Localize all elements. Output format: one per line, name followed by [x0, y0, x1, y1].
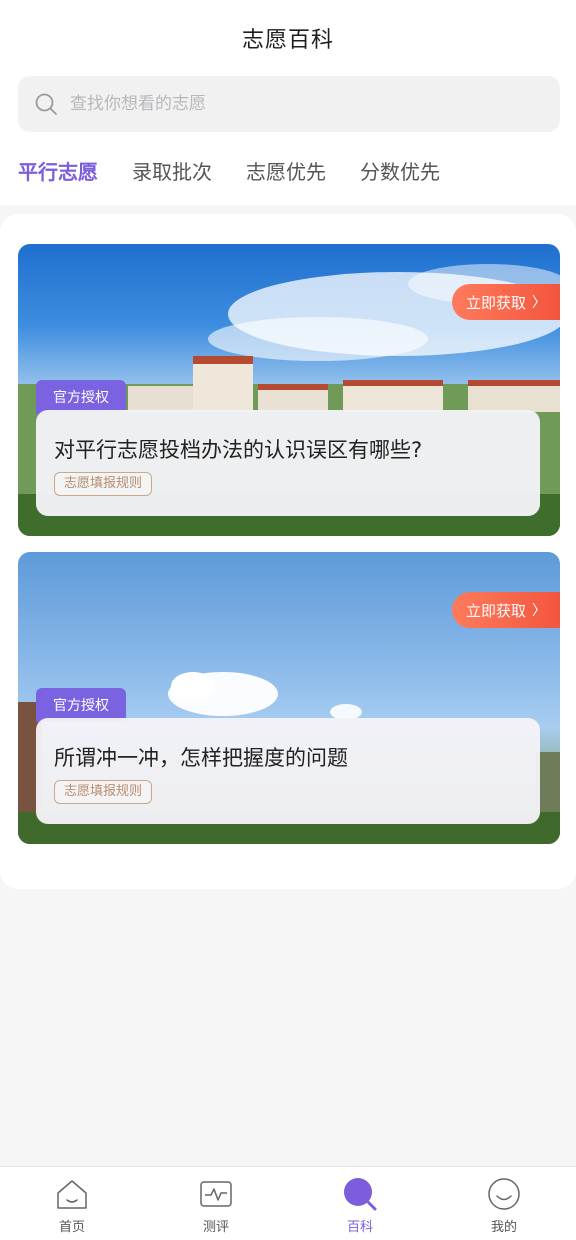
search-bar[interactable] — [18, 76, 560, 132]
search-icon — [344, 1178, 377, 1211]
nav-label: 首页 — [58, 1220, 85, 1235]
get-now-button[interactable]: 立即获取 〉 — [452, 284, 560, 320]
category-tag: 志愿填报规则 — [54, 780, 153, 804]
article-title: 对平行志愿投档办法的认识误区有哪些? — [54, 438, 423, 462]
chevron-right-icon: 〉 — [532, 603, 546, 619]
article-list: 立即获取 〉 官方授权 对平行志愿投档办法的认识误区有哪些? 志愿填报规则 立即 — [0, 214, 576, 889]
header: 志愿百科 平行志愿 录取批次 志愿优先 分数优先 — [0, 0, 576, 205]
pulse-icon — [200, 1181, 232, 1207]
nav-home[interactable]: 首页 — [0, 1167, 144, 1240]
tab-preference-first[interactable]: 志愿优先 — [246, 156, 326, 185]
tab-admission-batch[interactable]: 录取批次 — [132, 156, 212, 185]
article-title: 所谓冲一冲，怎样把握度的问题 — [54, 746, 348, 770]
article-card[interactable]: 立即获取 〉 官方授权 对平行志愿投档办法的认识误区有哪些? 志愿填报规则 — [18, 244, 560, 536]
article-info: 对平行志愿投档办法的认识误区有哪些? 志愿填报规则 — [36, 410, 540, 516]
smile-icon — [488, 1178, 520, 1210]
chevron-right-icon: 〉 — [532, 295, 546, 311]
official-badge: 官方授权 — [36, 688, 126, 722]
nav-encyclopedia[interactable]: 百科 — [288, 1167, 432, 1240]
nav-profile[interactable]: 我的 — [432, 1167, 576, 1240]
home-icon — [57, 1180, 87, 1209]
tab-score-first[interactable]: 分数优先 — [360, 156, 440, 185]
article-info: 所谓冲一冲，怎样把握度的问题 志愿填报规则 — [36, 718, 540, 824]
tab-parallel[interactable]: 平行志愿 — [18, 156, 98, 185]
get-now-label: 立即获取 — [465, 293, 526, 312]
search-icon — [35, 93, 57, 115]
official-badge: 官方授权 — [36, 380, 126, 414]
article-card[interactable]: 立即获取 〉 官方授权 所谓冲一冲，怎样把握度的问题 志愿填报规则 — [18, 552, 560, 844]
nav-assessment[interactable]: 测评 — [144, 1167, 288, 1240]
page-title: 志愿百科 — [241, 28, 334, 53]
search-input[interactable] — [68, 93, 512, 115]
get-now-label: 立即获取 — [465, 601, 526, 620]
nav-label: 百科 — [346, 1220, 373, 1235]
get-now-button[interactable]: 立即获取 〉 — [452, 592, 560, 628]
tab-bar: 平行志愿 录取批次 志愿优先 分数优先 — [18, 156, 440, 185]
nav-label: 测评 — [202, 1220, 229, 1235]
bottom-nav: 首页 测评 百科 我的 — [0, 1166, 576, 1240]
category-tag: 志愿填报规则 — [54, 472, 153, 496]
page: 志愿百科 平行志愿 录取批次 志愿优先 分数优先 — [0, 0, 576, 1240]
nav-label: 我的 — [490, 1220, 517, 1235]
